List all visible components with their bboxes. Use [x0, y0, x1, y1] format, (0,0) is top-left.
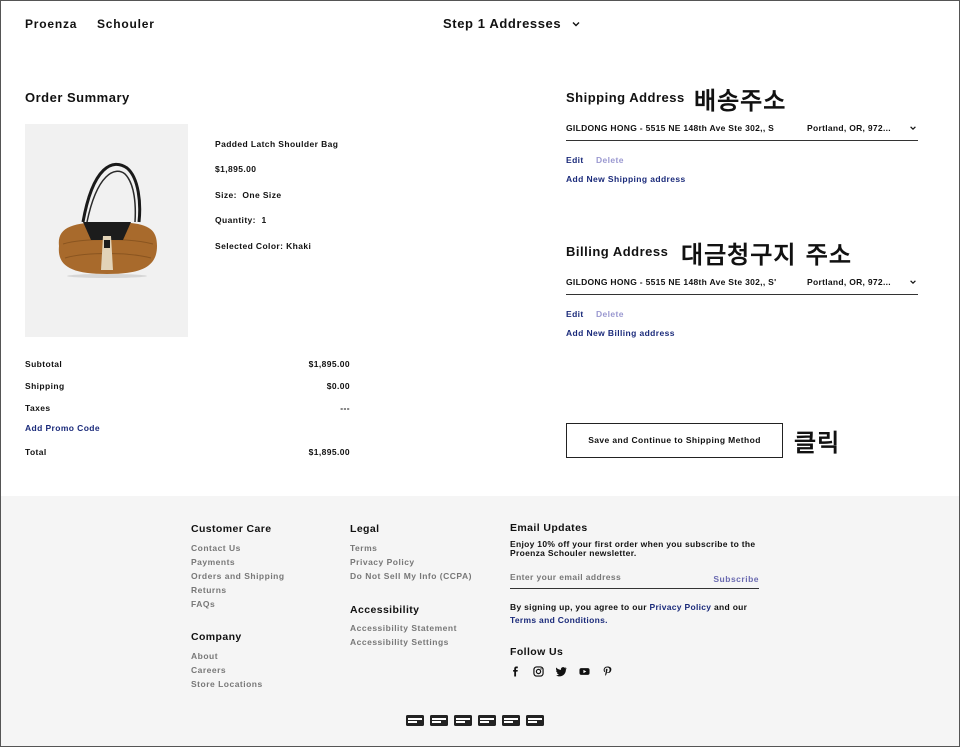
email-terms-link[interactable]: Terms and Conditions. — [510, 615, 608, 625]
footer-link-about[interactable]: About — [191, 651, 218, 661]
discover-icon — [430, 715, 448, 726]
shipping-label: Shipping — [25, 381, 65, 391]
paypal-icon — [478, 715, 496, 726]
step-label: Step 1 Addresses — [443, 16, 562, 31]
add-shipping-address-link[interactable]: Add New Shipping address — [566, 174, 686, 184]
size-value: One Size — [242, 190, 282, 200]
shipping-address-select[interactable]: GILDONG HONG - 5515 NE 148th Ave Ste 302… — [566, 121, 918, 141]
taxes-row: Taxes --- — [25, 403, 350, 413]
brand-logo-schouler[interactable]: Schouler — [97, 17, 155, 31]
subtotal-label: Subtotal — [25, 359, 63, 369]
taxes-value: --- — [340, 403, 350, 413]
accessibility-heading: Accessibility — [350, 604, 420, 616]
billing-address-line: GILDONG HONG - 5515 NE 148th Ave Ste 302… — [566, 277, 776, 287]
color-value: Khaki — [286, 241, 312, 251]
product-quantity: Quantity: 1 — [215, 215, 267, 225]
billing-address-select[interactable]: GILDONG HONG - 5515 NE 148th Ave Ste 302… — [566, 275, 918, 295]
billing-delete-link[interactable]: Delete — [596, 309, 624, 319]
product-name: Padded Latch Shoulder Bag — [215, 139, 339, 149]
subtotal-value: $1,895.00 — [308, 359, 350, 369]
footer-link-terms[interactable]: Terms — [350, 543, 377, 553]
footer-link-careers[interactable]: Careers — [191, 665, 226, 675]
billing-edit-link[interactable]: Edit — [566, 309, 584, 319]
shipping-address-city: Portland, OR, 972... — [807, 123, 891, 133]
product-image — [25, 124, 188, 337]
email-input[interactable] — [510, 572, 700, 582]
email-offer-line-2: Proenza Schouler newsletter. — [510, 548, 637, 558]
click-annotation: 클릭 — [794, 429, 841, 457]
total-value: $1,895.00 — [308, 447, 350, 457]
subtotal-row: Subtotal $1,895.00 — [25, 359, 350, 369]
social-icons — [510, 664, 613, 677]
total-label: Total — [25, 447, 47, 457]
subscribe-button[interactable]: Subscribe — [713, 574, 759, 584]
shipping-row: Shipping $0.00 — [25, 381, 350, 391]
billing-address-city: Portland, OR, 972... — [807, 277, 891, 287]
save-and-continue-button[interactable]: Save and Continue to Shipping Method — [566, 423, 783, 458]
footer-link-do-not-sell[interactable]: Do Not Sell My Info (CCPA) — [350, 571, 472, 581]
mastercard-icon — [454, 715, 472, 726]
footer-link-contact-us[interactable]: Contact Us — [191, 543, 241, 553]
shipping-address-title: Shipping Address — [566, 90, 685, 105]
payment-icons — [406, 715, 544, 726]
footer-link-payments[interactable]: Payments — [191, 557, 235, 567]
youtube-icon[interactable] — [579, 664, 590, 675]
chevron-down-icon — [572, 21, 580, 26]
footer-link-faqs[interactable]: FAQs — [191, 599, 215, 609]
shipping-address-line: GILDONG HONG - 5515 NE 148th Ave Ste 302… — [566, 123, 775, 133]
email-field-wrapper: Subscribe — [510, 570, 759, 589]
product-price: $1,895.00 — [215, 164, 257, 174]
add-promo-code-link[interactable]: Add Promo Code — [25, 423, 100, 433]
chevron-down-icon — [910, 126, 916, 131]
quantity-label: Quantity: — [215, 215, 256, 225]
taxes-label: Taxes — [25, 403, 51, 413]
amex-icon — [406, 715, 424, 726]
twitter-icon[interactable] — [556, 664, 567, 677]
email-legal-pre: By signing up, you agree to our — [510, 602, 647, 612]
klarna-icon — [526, 715, 544, 726]
shoulder-bag-image — [58, 162, 158, 278]
email-legal-text: By signing up, you agree to our Privacy … — [510, 601, 770, 626]
footer-link-accessibility-settings[interactable]: Accessibility Settings — [350, 637, 449, 647]
product-size: Size: One Size — [215, 190, 281, 200]
quantity-value: 1 — [261, 215, 267, 225]
chevron-down-icon — [910, 280, 916, 285]
shipping-annotation: 배송주소 — [694, 87, 787, 115]
footer: Customer Care Contact Us Payments Orders… — [1, 496, 959, 746]
footer-link-store-locations[interactable]: Store Locations — [191, 679, 263, 689]
checkout-step-dropdown[interactable]: Step 1 Addresses — [443, 16, 581, 31]
shipping-delete-link[interactable]: Delete — [596, 155, 624, 165]
instagram-icon[interactable] — [533, 664, 544, 677]
add-billing-address-link[interactable]: Add New Billing address — [566, 328, 675, 338]
order-summary-title: Order Summary — [25, 90, 130, 105]
footer-link-accessibility-statement[interactable]: Accessibility Statement — [350, 623, 457, 633]
color-label: Selected Color: — [215, 241, 284, 251]
customer-care-heading: Customer Care — [191, 523, 272, 535]
footer-link-returns[interactable]: Returns — [191, 585, 227, 595]
email-legal-mid: and our — [714, 602, 748, 612]
footer-link-orders-shipping[interactable]: Orders and Shipping — [191, 571, 285, 581]
email-privacy-policy-link[interactable]: Privacy Policy — [649, 602, 711, 612]
company-heading: Company — [191, 631, 242, 643]
facebook-icon[interactable] — [510, 664, 521, 677]
shipping-value: $0.00 — [326, 381, 350, 391]
billing-address-title: Billing Address — [566, 244, 669, 259]
pinterest-icon[interactable] — [602, 664, 613, 676]
product-color: Selected Color: Khaki — [215, 241, 311, 251]
size-label: Size: — [215, 190, 237, 200]
footer-link-privacy-policy[interactable]: Privacy Policy — [350, 557, 415, 567]
billing-annotation: 대금청구지 주소 — [681, 241, 852, 269]
email-updates-heading: Email Updates — [510, 522, 588, 534]
total-row: Total $1,895.00 — [25, 447, 350, 457]
shipping-edit-link[interactable]: Edit — [566, 155, 584, 165]
follow-us-heading: Follow Us — [510, 646, 564, 658]
visa-icon — [502, 715, 520, 726]
brand-logo-proenza[interactable]: Proenza — [25, 17, 77, 31]
legal-heading: Legal — [350, 523, 380, 535]
